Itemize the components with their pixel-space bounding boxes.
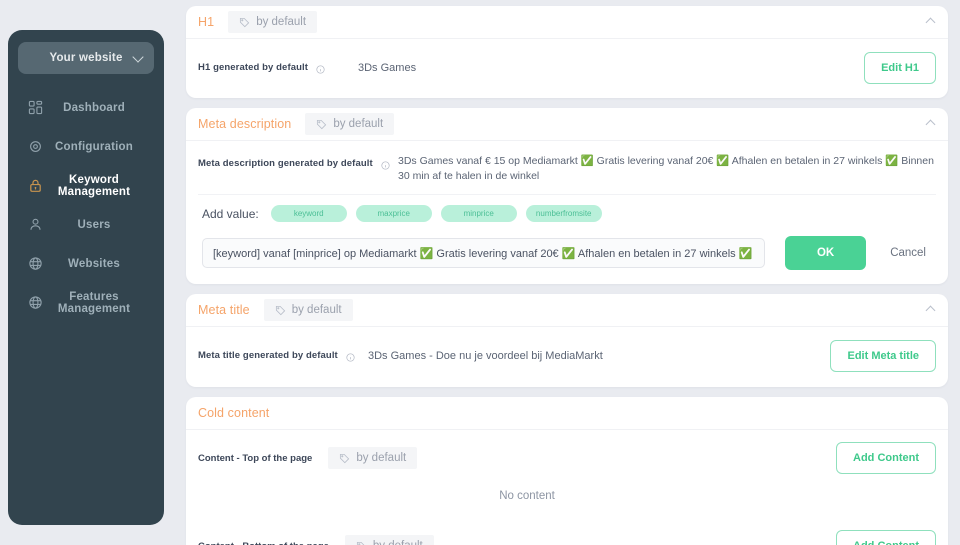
h1-card: H1 by default H1 generated by default 3D…: [186, 6, 948, 98]
sidebar-item-configuration[interactable]: Configuration: [18, 127, 154, 166]
cold-content-card-header: Cold content: [186, 397, 948, 430]
info-icon[interactable]: [381, 157, 390, 175]
gear-icon: [22, 139, 48, 154]
edit-h1-button[interactable]: Edit H1: [864, 52, 936, 84]
app-root: Your website Dashboard Configuration Key…: [0, 0, 960, 545]
h1-collapse-toggle[interactable]: [925, 17, 936, 28]
chip-label: by default: [256, 16, 307, 28]
meta-description-field-label: Meta description generated by default: [198, 158, 373, 169]
chip-label: by default: [333, 118, 384, 130]
sidebar-item-label: Features Management: [57, 290, 131, 315]
tag-icon: [275, 305, 285, 315]
meta-description-input[interactable]: [202, 238, 765, 268]
content-top-row: Content - Top of the page by default Add…: [186, 430, 948, 486]
chip-label: by default: [356, 452, 407, 464]
variable-tag-numberfromsite[interactable]: numberfromsite: [525, 205, 602, 222]
meta-title-value: 3Ds Games - Doe nu je voordeel bij Media…: [368, 350, 603, 362]
tag-icon: [317, 119, 327, 129]
ok-button[interactable]: OK: [784, 236, 867, 270]
chevron-down-icon: [132, 51, 144, 63]
variable-tag-keyword[interactable]: keyword: [270, 205, 347, 222]
meta-title-default-chip: by default: [263, 299, 353, 321]
sidebar-item-label: Users: [77, 218, 111, 231]
add-value-label: Add value:: [202, 206, 259, 221]
meta-title-field-label: Meta title generated by default: [198, 349, 338, 361]
sidebar-item-label: Keyword Management: [57, 173, 131, 198]
h1-field-label: H1 generated by default: [198, 61, 308, 73]
meta-title-field-label-group: Meta title generated by default: [198, 346, 368, 367]
add-value-row: Add value: keyword maxprice minprice num…: [198, 194, 936, 226]
cancel-button[interactable]: Cancel: [880, 241, 936, 265]
sidebar-item-keyword-management[interactable]: Keyword Management: [18, 166, 154, 205]
lock-icon: [22, 178, 48, 193]
meta-description-card-header: Meta description by default: [186, 108, 948, 141]
sidebar: Your website Dashboard Configuration Key…: [8, 30, 164, 525]
user-icon: [22, 217, 48, 232]
tag-icon: [356, 541, 365, 545]
sidebar-item-websites[interactable]: Websites: [18, 244, 154, 283]
globe-icon: [22, 295, 48, 310]
add-content-top-button[interactable]: Add Content: [836, 442, 936, 474]
globe-icon: [22, 256, 48, 271]
meta-description-edit-row: OK Cancel: [198, 226, 936, 272]
meta-title-card-title: Meta title: [198, 303, 250, 317]
meta-description-value-row: Meta description generated by default 3D…: [198, 153, 936, 194]
meta-description-card-body: Meta description generated by default 3D…: [186, 141, 948, 284]
meta-description-field-label-group: Meta description generated by default: [198, 154, 398, 175]
add-content-bottom-button[interactable]: Add Content: [836, 530, 936, 545]
info-icon[interactable]: [316, 61, 325, 79]
meta-title-card: Meta title by default Meta title generat…: [186, 294, 948, 387]
meta-description-default-chip: by default: [305, 113, 395, 135]
cold-content-card-title: Cold content: [198, 406, 270, 420]
h1-value: 3Ds Games: [358, 62, 417, 74]
sidebar-item-label: Websites: [68, 257, 120, 270]
h1-default-chip: by default: [228, 11, 318, 33]
edit-meta-title-button[interactable]: Edit Meta title: [830, 340, 936, 372]
meta-description-collapse-toggle[interactable]: [925, 119, 936, 130]
content-bottom-row: Content - Bottom of the page by default …: [186, 518, 948, 545]
meta-title-collapse-toggle[interactable]: [925, 305, 936, 316]
variable-tag-maxprice[interactable]: maxprice: [355, 205, 432, 222]
h1-card-title: H1: [198, 15, 215, 29]
info-icon[interactable]: [346, 349, 355, 367]
sidebar-item-label: Dashboard: [63, 101, 125, 114]
cold-content-card: Cold content Content - Top of the page b…: [186, 397, 948, 545]
site-selector-label: Your website: [49, 52, 123, 64]
content-bottom-label: Content - Bottom of the page: [198, 541, 329, 545]
sidebar-item-dashboard[interactable]: Dashboard: [18, 88, 154, 127]
chip-label: by default: [291, 304, 342, 316]
main-content: H1 by default H1 generated by default 3D…: [172, 0, 960, 545]
sidebar-item-label: Configuration: [55, 140, 133, 153]
tag-icon: [240, 17, 250, 27]
meta-description-card-title: Meta description: [198, 117, 292, 131]
meta-description-value: 3Ds Games vanaf € 15 op Mediamarkt ✅ Gra…: [398, 155, 934, 182]
sidebar-container: Your website Dashboard Configuration Key…: [0, 0, 172, 545]
variable-tag-minprice[interactable]: minprice: [440, 205, 517, 222]
meta-title-card-body: Meta title generated by default 3Ds Game…: [186, 327, 948, 387]
dashboard-icon: [22, 100, 48, 115]
no-content-message: No content: [499, 490, 555, 502]
h1-field-label-group: H1 generated by default: [198, 58, 358, 79]
site-selector[interactable]: Your website: [18, 42, 154, 74]
content-top-label: Content - Top of the page: [198, 452, 313, 464]
meta-title-card-header: Meta title by default: [186, 294, 948, 327]
sidebar-item-features-management[interactable]: Features Management: [18, 283, 154, 322]
content-top-default-chip: by default: [328, 447, 418, 469]
content-bottom-default-chip: by default: [344, 535, 434, 545]
tag-icon: [340, 453, 350, 463]
sidebar-item-users[interactable]: Users: [18, 205, 154, 244]
h1-card-body: H1 generated by default 3Ds Games Edit H…: [186, 39, 948, 98]
h1-card-header: H1 by default: [186, 6, 948, 39]
chip-label: by default: [373, 540, 423, 545]
meta-description-card: Meta description by default Meta descrip…: [186, 108, 948, 284]
